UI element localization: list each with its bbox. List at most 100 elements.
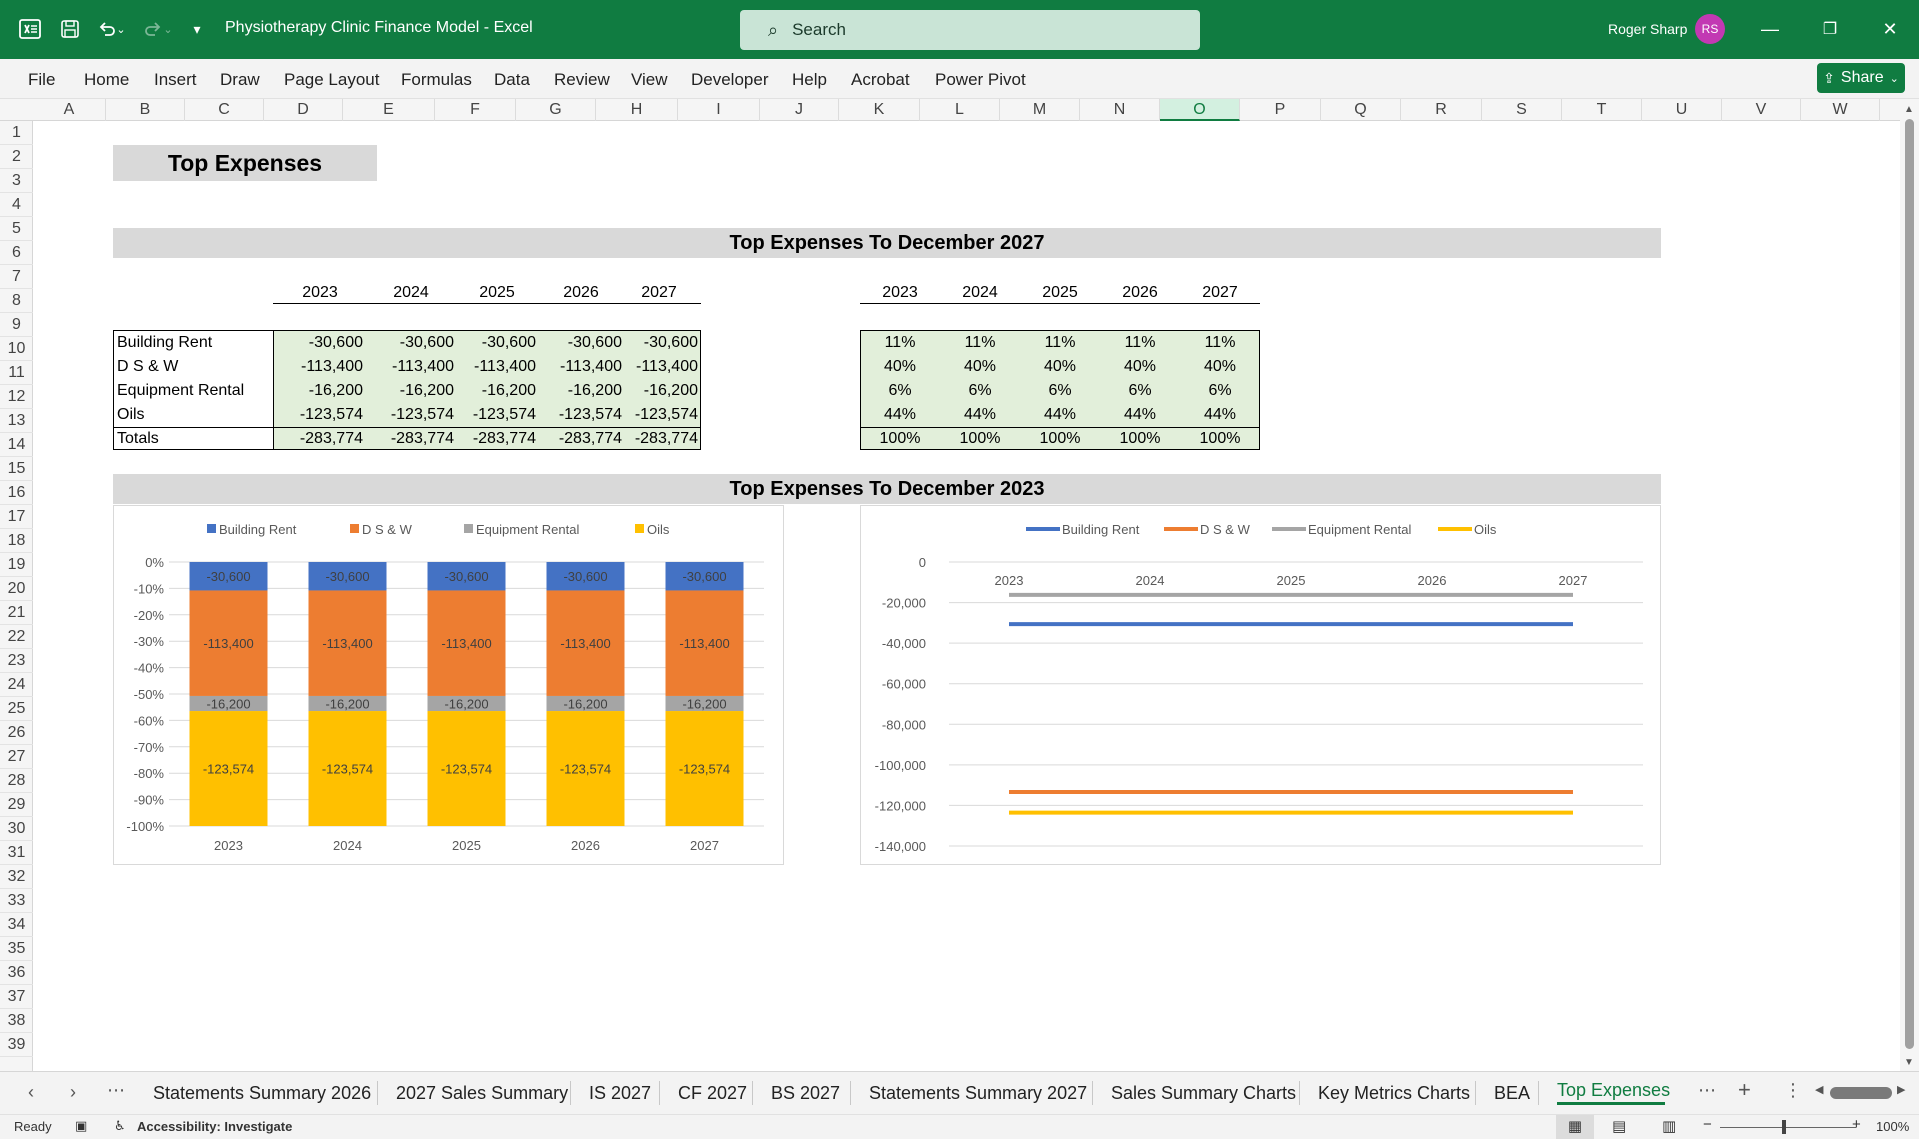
row-header-15[interactable]: 15: [0, 457, 33, 481]
menu-developer[interactable]: Developer: [691, 70, 769, 90]
row-header-6[interactable]: 6: [0, 241, 33, 265]
tab-scroll-right-icon[interactable]: ›: [70, 1082, 76, 1103]
column-header-v[interactable]: V: [1722, 99, 1801, 121]
column-header-l[interactable]: L: [920, 99, 1000, 121]
row-header-22[interactable]: 22: [0, 625, 33, 649]
macro-record-icon[interactable]: ▣: [75, 1118, 87, 1134]
row-header-20[interactable]: 20: [0, 577, 33, 601]
row-header-19[interactable]: 19: [0, 553, 33, 577]
row-header-34[interactable]: 34: [0, 913, 33, 937]
row-header-24[interactable]: 24: [0, 673, 33, 697]
row-header-12[interactable]: 12: [0, 385, 33, 409]
row-header-14[interactable]: 14: [0, 433, 33, 457]
row-header-2[interactable]: 2: [0, 145, 33, 169]
horizontal-scrollbar[interactable]: ◀ ▶: [1815, 1084, 1910, 1099]
minimize-icon[interactable]: —: [1750, 12, 1790, 46]
zoom-in-icon[interactable]: +: [1852, 1116, 1861, 1133]
column-header-n[interactable]: N: [1080, 99, 1160, 121]
column-header-a[interactable]: A: [33, 99, 106, 121]
row-header-26[interactable]: 26: [0, 721, 33, 745]
column-header-u[interactable]: U: [1642, 99, 1722, 121]
column-header-f[interactable]: F: [435, 99, 516, 121]
vertical-scroll-thumb[interactable]: [1905, 119, 1914, 1049]
column-header-s[interactable]: S: [1482, 99, 1562, 121]
more-tabs-right-icon[interactable]: ⋯: [1698, 1080, 1716, 1101]
column-header-j[interactable]: J: [760, 99, 839, 121]
row-header-21[interactable]: 21: [0, 601, 33, 625]
column-header-p[interactable]: P: [1240, 99, 1321, 121]
row-header-37[interactable]: 37: [0, 985, 33, 1009]
column-header-t[interactable]: T: [1562, 99, 1642, 121]
row-header-16[interactable]: 16: [0, 481, 33, 505]
row-header-8[interactable]: 8: [0, 289, 33, 313]
accessibility-status[interactable]: Accessibility: Investigate: [137, 1119, 292, 1134]
undo-dropdown-icon[interactable]: ⌄: [113, 14, 129, 44]
row-header-4[interactable]: 4: [0, 193, 33, 217]
row-header-35[interactable]: 35: [0, 937, 33, 961]
row-header-13[interactable]: 13: [0, 409, 33, 433]
scroll-right-icon[interactable]: ▶: [1897, 1083, 1905, 1096]
column-header-m[interactable]: M: [1000, 99, 1080, 121]
row-header-1[interactable]: 1: [0, 121, 33, 145]
tab-scroll-left-icon[interactable]: ‹: [28, 1082, 34, 1103]
save-icon[interactable]: [55, 14, 85, 44]
menu-acrobat[interactable]: Acrobat: [851, 70, 910, 90]
row-header-5[interactable]: 5: [0, 217, 33, 241]
sheet-tab[interactable]: Statements Summary 2026: [153, 1083, 371, 1104]
column-header-b[interactable]: B: [106, 99, 185, 121]
vertical-scrollbar[interactable]: ▲ ▼: [1900, 99, 1919, 1071]
customize-toolbar-icon[interactable]: ▾: [187, 14, 207, 44]
row-header-32[interactable]: 32: [0, 865, 33, 889]
user-name[interactable]: Roger Sharp: [1608, 21, 1687, 37]
menu-help[interactable]: Help: [792, 70, 827, 90]
column-header-q[interactable]: Q: [1321, 99, 1401, 121]
row-header-38[interactable]: 38: [0, 1009, 33, 1033]
menu-file[interactable]: File: [28, 70, 55, 90]
row-header-23[interactable]: 23: [0, 649, 33, 673]
row-header-10[interactable]: 10: [0, 337, 33, 361]
sheet-tab[interactable]: Statements Summary 2027: [869, 1083, 1087, 1104]
sheet-tab[interactable]: Key Metrics Charts: [1318, 1083, 1470, 1104]
row-header-11[interactable]: 11: [0, 361, 33, 385]
zoom-level[interactable]: 100%: [1876, 1119, 1909, 1134]
more-tabs-left-icon[interactable]: ⋯: [107, 1080, 125, 1101]
row-header-33[interactable]: 33: [0, 889, 33, 913]
scroll-left-icon[interactable]: ◀: [1815, 1083, 1823, 1096]
sheet-tab[interactable]: CF 2027: [678, 1083, 747, 1104]
row-header-3[interactable]: 3: [0, 169, 33, 193]
avatar[interactable]: RS: [1695, 14, 1725, 44]
menu-data[interactable]: Data: [494, 70, 530, 90]
row-header-29[interactable]: 29: [0, 793, 33, 817]
row-header-27[interactable]: 27: [0, 745, 33, 769]
row-header-36[interactable]: 36: [0, 961, 33, 985]
column-header-i[interactable]: I: [678, 99, 760, 121]
page-layout-view-icon[interactable]: ▤: [1612, 1117, 1626, 1135]
redo-dropdown-icon[interactable]: ⌄: [160, 14, 176, 44]
menu-view[interactable]: View: [631, 70, 668, 90]
close-icon[interactable]: ✕: [1870, 12, 1910, 46]
row-header-39[interactable]: 39: [0, 1033, 33, 1057]
menu-review[interactable]: Review: [554, 70, 610, 90]
zoom-out-icon[interactable]: −: [1703, 1116, 1712, 1133]
column-header-d[interactable]: D: [264, 99, 343, 121]
menu-formulas[interactable]: Formulas: [401, 70, 472, 90]
row-header-17[interactable]: 17: [0, 505, 33, 529]
search-box[interactable]: ⌕ Search: [740, 10, 1200, 50]
zoom-slider-thumb[interactable]: [1782, 1120, 1786, 1134]
restore-icon[interactable]: ❐: [1810, 12, 1850, 46]
accessibility-icon[interactable]: ♿: [114, 1118, 126, 1134]
horizontal-scroll-thumb[interactable]: [1830, 1087, 1892, 1099]
sheet-tab[interactable]: 2027 Sales Summary: [396, 1083, 568, 1104]
menu-home[interactable]: Home: [84, 70, 129, 90]
sheet-tab[interactable]: Sales Summary Charts: [1111, 1083, 1296, 1104]
row-header-9[interactable]: 9: [0, 313, 33, 337]
share-button[interactable]: ⇪ Share ⌄: [1817, 63, 1905, 93]
column-header-w[interactable]: W: [1801, 99, 1880, 121]
row-header-25[interactable]: 25: [0, 697, 33, 721]
column-header-r[interactable]: R: [1401, 99, 1482, 121]
sheet-tab[interactable]: BEA: [1494, 1083, 1530, 1104]
zoom-slider[interactable]: [1720, 1127, 1856, 1128]
row-header-7[interactable]: 7: [0, 265, 33, 289]
row-header-28[interactable]: 28: [0, 769, 33, 793]
normal-view-icon[interactable]: ▦: [1556, 1115, 1594, 1139]
